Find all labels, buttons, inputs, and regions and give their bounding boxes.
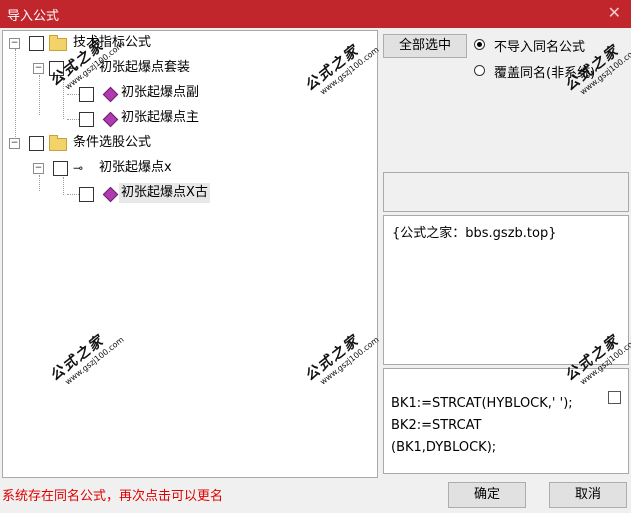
tree-item-label: 技术指标公式: [73, 35, 152, 50]
tree-item-label: 初张起爆点套装: [99, 60, 191, 75]
collapse-icon[interactable]: −: [33, 63, 44, 74]
radio-button[interactable]: [474, 39, 485, 50]
formula-key-icon: ⊸: [69, 61, 80, 75]
tree-item-suite[interactable]: − ⊸ 初张起爆点套装: [3, 58, 233, 78]
select-all-button[interactable]: 全部选中: [383, 34, 467, 58]
formula-gem-icon: [102, 186, 119, 203]
window-title: 导入公式: [7, 9, 60, 24]
code-line: BK2:=STRCAT: [391, 418, 482, 433]
tree-item-label: 初张起爆点副: [121, 85, 200, 100]
code-panel[interactable]: BK1:=STRCAT(HYBLOCK,' '); BK2:=STRCAT (B…: [383, 368, 629, 474]
checkbox[interactable]: [79, 187, 94, 202]
checkbox[interactable]: [53, 161, 68, 176]
formula-tree[interactable]: − 技术指标公式 − ⊸ 初张起爆点套装 初张起爆点副 初张起爆点主 − 条件选…: [2, 30, 378, 478]
folder-icon: [49, 35, 67, 51]
folder-icon: [49, 135, 67, 151]
formula-gem-icon: [102, 86, 119, 103]
tree-item-tech-indicators[interactable]: − 技术指标公式: [3, 33, 203, 53]
info-text: {公式之家：bbs.gszb.top}: [392, 226, 557, 241]
radio-label: 不导入同名公式: [494, 40, 586, 55]
tree-item-label: 初张起爆点X古: [119, 183, 210, 203]
tree-item-label: 条件选股公式: [73, 135, 152, 150]
tree-item-formula-x-ancient[interactable]: 初张起爆点X古: [3, 183, 243, 203]
empty-field: [383, 172, 629, 212]
collapse-icon[interactable]: −: [33, 163, 44, 174]
cancel-button[interactable]: 取消: [549, 482, 627, 508]
close-icon[interactable]: ✕: [608, 3, 621, 22]
status-message: 系统存在同名公式，再次点击可以更名: [2, 489, 224, 504]
code-line: BK1:=STRCAT(HYBLOCK,' ');: [391, 396, 573, 411]
tree-item-label: 初张起爆点主: [121, 110, 200, 125]
info-panel: {公式之家：bbs.gszb.top}: [383, 215, 629, 365]
checkbox[interactable]: [29, 136, 44, 151]
collapse-icon[interactable]: −: [9, 138, 20, 149]
checkbox[interactable]: [29, 36, 44, 51]
code-line: (BK1,DYBLOCK);: [391, 440, 497, 455]
formula-gem-icon: [102, 111, 119, 128]
formula-key-icon: ⊸: [73, 161, 84, 175]
tree-item-formula-main[interactable]: 初张起爆点主: [3, 108, 233, 128]
checkbox[interactable]: [49, 61, 64, 76]
collapse-icon[interactable]: −: [9, 38, 20, 49]
tree-item-formula-vice[interactable]: 初张起爆点副: [3, 83, 233, 103]
checkbox[interactable]: [79, 87, 94, 102]
ok-button[interactable]: 确定: [448, 482, 526, 508]
tree-item-formula-x[interactable]: − ⊸ 初张起爆点x: [3, 158, 233, 178]
code-checkbox[interactable]: [608, 391, 621, 404]
title-bar: 导入公式 ✕: [0, 0, 631, 28]
checkbox[interactable]: [79, 112, 94, 127]
radio-label: 覆盖同名(非系统): [494, 66, 596, 81]
radio-button[interactable]: [474, 65, 485, 76]
tree-item-label: 初张起爆点x: [99, 160, 172, 175]
tree-item-stock-select[interactable]: − 条件选股公式: [3, 133, 203, 153]
